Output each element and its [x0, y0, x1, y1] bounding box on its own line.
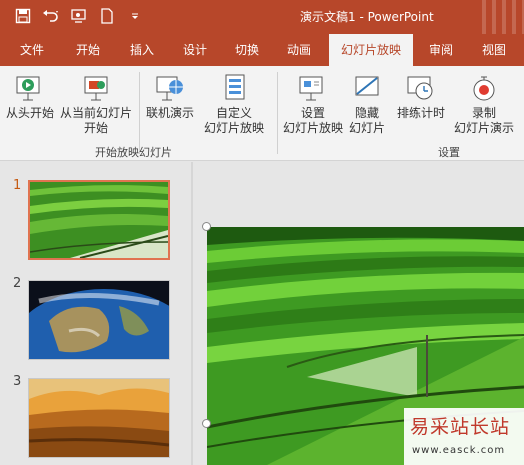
ribbon-separator [139, 72, 140, 154]
slide-thumbnail-pane: 1 2 3 [0, 162, 190, 465]
watermark-title: 易采站长站 [410, 416, 511, 438]
title-decoration [482, 0, 524, 34]
group-label-start-show: 开始放映幻灯片 [95, 146, 172, 159]
tab-view[interactable]: 视图 [470, 34, 518, 66]
from-current-slide-button[interactable]: 从当前幻灯片 开始 [58, 74, 134, 136]
set-up-slide-show-button[interactable]: 设置 幻灯片放映 [280, 74, 346, 136]
rehearse-timings-label: 排练计时 [396, 106, 445, 120]
from-beginning-label: 从头开始 [5, 106, 54, 120]
save-icon[interactable] [14, 6, 32, 26]
ribbon-tabs: 文件 开始 插入 设计 切换 动画 幻灯片放映 审阅 视图 [0, 34, 524, 66]
tab-home[interactable]: 开始 [64, 34, 112, 66]
watermark-url: www.easck.com [412, 445, 506, 456]
new-file-icon[interactable] [98, 6, 116, 26]
resize-handle[interactable] [202, 222, 211, 231]
present-online-button[interactable]: 联机演示 [142, 74, 198, 121]
hide-slide-button[interactable]: 隐藏 幻灯片 [346, 74, 388, 136]
slide-thumbnail-3[interactable] [28, 378, 170, 458]
slide-thumbnail-1[interactable] [28, 180, 170, 260]
tab-transitions[interactable]: 切换 [223, 34, 271, 66]
tab-insert[interactable]: 插入 [118, 34, 166, 66]
redo-icon[interactable] [70, 6, 88, 26]
custom-show-icon [218, 74, 250, 104]
globe-present-icon [154, 74, 186, 104]
rehearse-timings-button[interactable]: 排练计时 [393, 74, 449, 121]
record-label-2: 幻灯片演示 [453, 121, 514, 135]
setup-show-label-1: 设置 [300, 106, 325, 120]
hide-slide-icon [351, 74, 383, 104]
custom-show-label-1: 自定义 [215, 106, 252, 120]
record-slide-show-button[interactable]: 录制 幻灯片演示 [446, 74, 522, 136]
record-label-1: 录制 [471, 106, 496, 120]
group-label-setup: 设置 [438, 146, 460, 159]
tab-animations[interactable]: 动画 [275, 34, 323, 66]
undo-icon[interactable] [42, 6, 60, 26]
setup-show-icon [297, 74, 329, 104]
quick-access-toolbar [14, 6, 144, 26]
from-current-label-1: 从当前幻灯片 [59, 106, 132, 120]
resize-handle[interactable] [202, 419, 211, 428]
slideshow-play-icon [14, 74, 46, 104]
window-title: 演示文稿1 - PowerPoint [300, 10, 434, 24]
slide-number: 3 [13, 374, 22, 389]
tab-design[interactable]: 设计 [171, 34, 219, 66]
custom-slide-show-button[interactable]: 自定义 幻灯片放映 [198, 74, 270, 136]
from-current-label-2: 开始 [83, 121, 108, 135]
ribbon: 从头开始 从当前幻灯片 开始 联机演示 自定义 幻灯片放映 开始放映幻灯片 设置… [0, 66, 524, 161]
ribbon-separator [277, 72, 278, 154]
title-bar: 演示文稿1 - PowerPoint [0, 0, 524, 34]
hide-slide-label-2: 幻灯片 [348, 121, 385, 135]
pane-splitter[interactable] [191, 162, 193, 465]
stopwatch-icon [405, 74, 437, 104]
from-beginning-button[interactable]: 从头开始 [4, 74, 56, 121]
slide-number: 2 [13, 276, 22, 291]
slide-number: 1 [13, 178, 22, 193]
tab-slide-show[interactable]: 幻灯片放映 [329, 34, 413, 66]
tab-file[interactable]: 文件 [8, 34, 56, 66]
present-online-label: 联机演示 [145, 106, 194, 120]
setup-show-label-2: 幻灯片放映 [282, 121, 343, 135]
watermark: 易采站长站 www.easck.com [404, 408, 524, 465]
custom-show-label-2: 幻灯片放映 [203, 121, 264, 135]
current-slide-play-icon [80, 74, 112, 104]
customize-icon[interactable] [126, 6, 144, 26]
record-icon [468, 74, 500, 104]
tab-review[interactable]: 审阅 [417, 34, 465, 66]
hide-slide-label-1: 隐藏 [354, 106, 379, 120]
slide-thumbnail-2[interactable] [28, 280, 170, 360]
